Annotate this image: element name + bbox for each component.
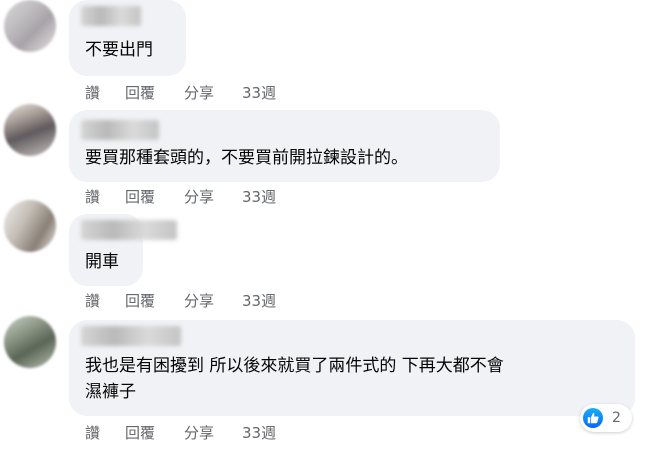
reply-button[interactable]: 回覆 [125,82,184,103]
like-button[interactable]: 讚 [85,186,125,207]
comment-bubble: 要買那種套頭的，不要買前開拉鍊設計的。 [69,110,500,182]
timestamp-link[interactable]: 33週 [242,422,302,443]
commenter-name-redacted[interactable] [81,220,177,240]
share-button[interactable]: 分享 [184,82,242,103]
commenter-name-redacted[interactable] [81,120,159,140]
comment-actions: 讚 回覆 分享 33週 [85,186,302,207]
timestamp-link[interactable]: 33週 [242,186,302,207]
commenter-avatar[interactable] [4,0,56,52]
comment-text: 要買那種套頭的，不要買前開拉鍊設計的。 [85,148,408,168]
like-button[interactable]: 讚 [85,82,125,103]
like-button[interactable]: 讚 [85,290,125,311]
commenter-avatar[interactable] [4,104,56,156]
comment-text: 開車 [85,252,119,272]
comment-bubble: 我也是有困擾到 所以後來就買了兩件式的 下再大都不會 濕褲子 [69,320,635,416]
comment-actions: 讚 回覆 分享 33週 [85,422,302,443]
commenter-name-redacted[interactable] [81,326,181,346]
reaction-summary[interactable]: 2 [580,404,632,432]
share-button[interactable]: 分享 [184,290,242,311]
reaction-count: 2 [612,410,621,426]
reply-button[interactable]: 回覆 [125,290,184,311]
comment-text-line: 我也是有困擾到 所以後來就買了兩件式的 下再大都不會 [85,356,504,376]
comment-text: 不要出門 [85,40,153,60]
share-button[interactable]: 分享 [184,186,242,207]
commenter-name-redacted[interactable] [81,6,141,26]
comment-text-line: 濕褲子 [85,382,136,402]
comment-bubble: 不要出門 [69,0,186,76]
reply-button[interactable]: 回覆 [125,422,184,443]
timestamp-link[interactable]: 33週 [242,82,302,103]
share-button[interactable]: 分享 [184,422,242,443]
commenter-avatar[interactable] [4,200,56,252]
commenter-avatar[interactable] [4,316,56,368]
like-icon [583,408,603,428]
comment-actions: 讚 回覆 分享 33週 [85,290,302,311]
like-button[interactable]: 讚 [85,422,125,443]
timestamp-link[interactable]: 33週 [242,290,302,311]
reply-button[interactable]: 回覆 [125,186,184,207]
comment-actions: 讚 回覆 分享 33週 [85,82,302,103]
comment-bubble: 開車 [69,214,177,286]
